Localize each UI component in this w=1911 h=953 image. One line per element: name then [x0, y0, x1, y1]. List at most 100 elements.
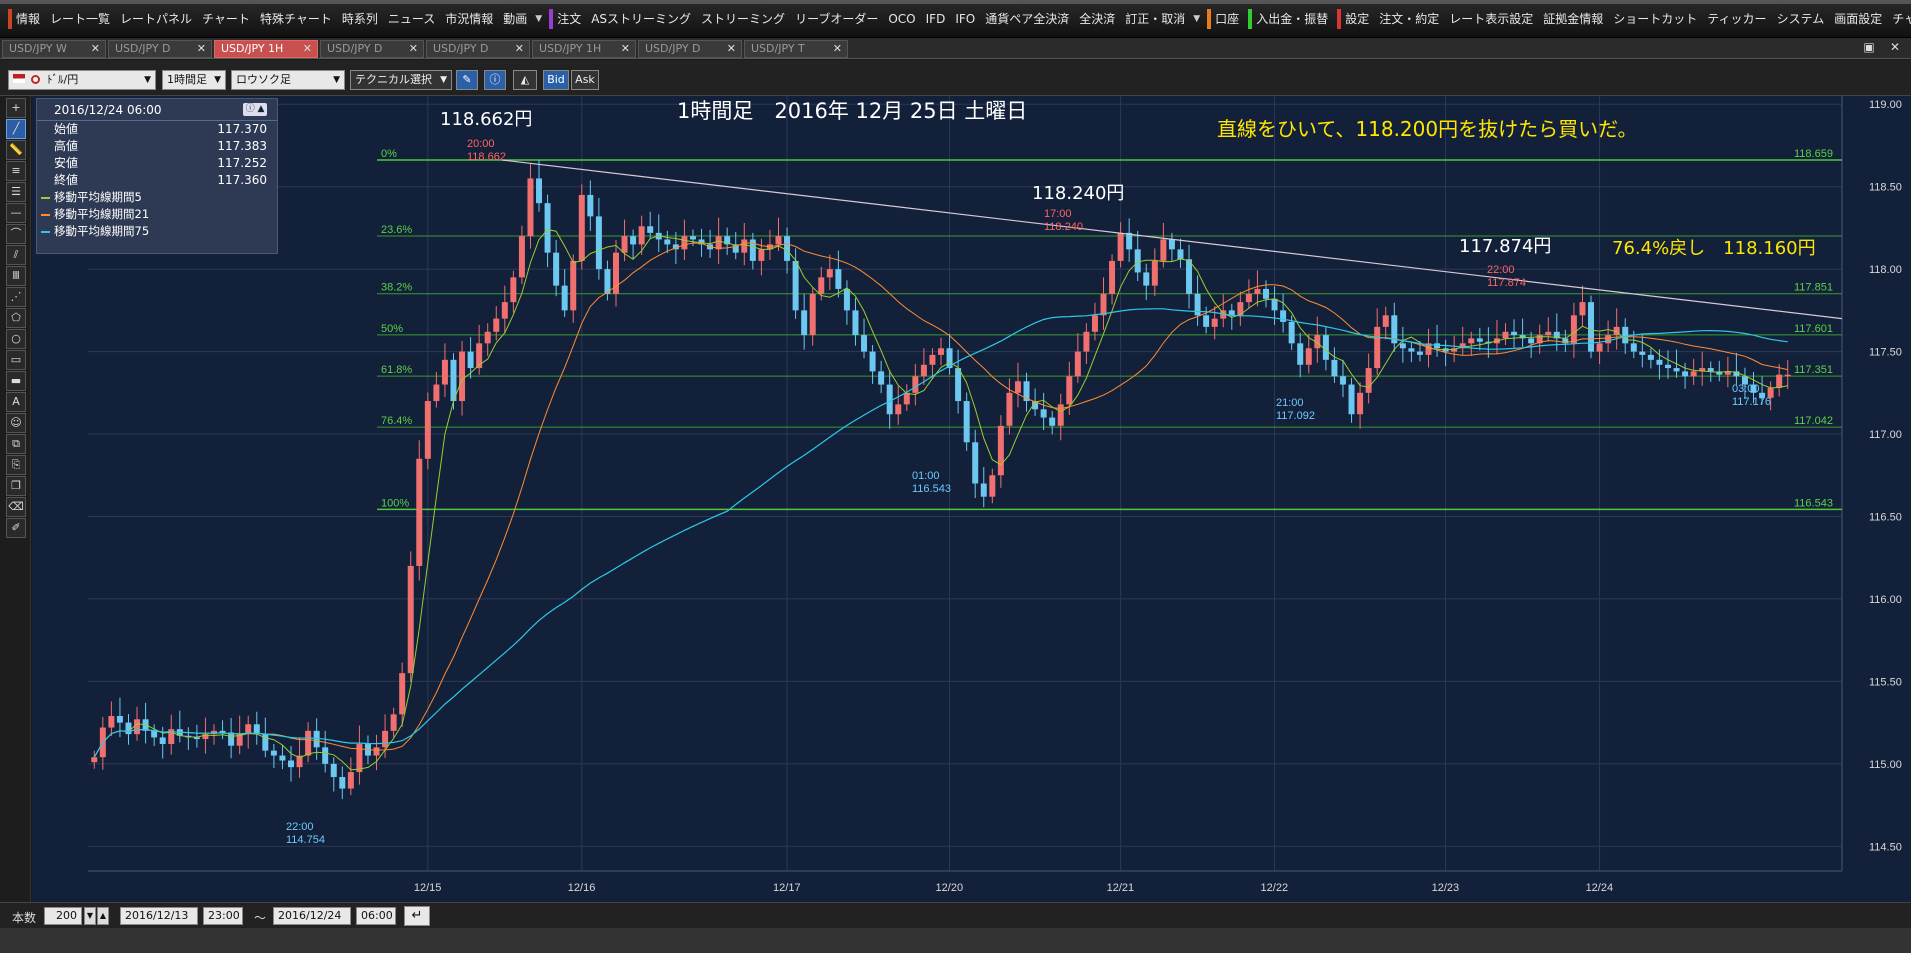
menu-item[interactable]: 全決済: [1074, 9, 1120, 29]
candle-body: [527, 178, 534, 237]
chart-tab[interactable]: USD/JPY 1H ✕: [214, 40, 318, 58]
horizontal-line-icon[interactable]: —: [6, 203, 26, 223]
chart-tab[interactable]: USD/JPY 1H ✕: [532, 40, 636, 58]
gann-icon[interactable]: Ⅲ: [6, 266, 26, 286]
menu-item[interactable]: 市況情報: [440, 9, 498, 29]
menu-item[interactable]: ティッカー: [1702, 9, 1771, 29]
menu-item[interactable]: レート一覧: [45, 9, 115, 29]
horizontal-lines-icon[interactable]: ☰: [6, 182, 26, 202]
tab-close-icon[interactable]: ✕: [727, 41, 736, 57]
pentagon-icon[interactable]: ⬠: [6, 308, 26, 328]
more-chevron-icon[interactable]: ▼: [532, 14, 545, 24]
menu-item[interactable]: チャート: [197, 9, 255, 29]
fan-icon[interactable]: ⌒: [6, 224, 26, 244]
menu-item[interactable]: ストリーミング: [696, 9, 790, 29]
to-date-input[interactable]: 2016/12/24: [273, 907, 351, 925]
menu-item[interactable]: 設定: [1337, 9, 1374, 29]
tab-close-icon[interactable]: ✕: [515, 41, 524, 57]
chart-tab[interactable]: USD/JPY W ✕: [2, 40, 106, 58]
candle-body: [1596, 343, 1603, 352]
menu-item[interactable]: 証拠金情報: [1538, 9, 1608, 29]
to-time-input[interactable]: 06:00: [356, 907, 396, 925]
reload-button[interactable]: ↵: [404, 906, 430, 926]
fib-value-label: 117.042: [1794, 415, 1833, 427]
menu-item[interactable]: ショートカット: [1608, 9, 1702, 29]
chart-type-select[interactable]: ロウソク足 ▼: [231, 70, 345, 90]
menu-item[interactable]: OCO: [883, 9, 920, 29]
circle-icon[interactable]: ○: [6, 329, 26, 349]
menu-item[interactable]: 情報: [8, 9, 45, 29]
menu-item[interactable]: IFD: [921, 9, 951, 29]
pitchfork-icon[interactable]: ⋰: [6, 287, 26, 307]
candle-body: [467, 351, 474, 369]
menu-item[interactable]: 時系列: [337, 9, 383, 29]
chart-tab[interactable]: USD/JPY D ✕: [638, 40, 742, 58]
chart-tab[interactable]: USD/JPY T ✕: [744, 40, 848, 58]
info-button[interactable]: ⓘ: [484, 70, 506, 90]
count-up-button[interactable]: ▲: [97, 907, 109, 925]
price-chart[interactable]: 119.00 118.50 118.00 117.50 117.00 116.50 116.…: [32, 96, 1911, 902]
technical-select[interactable]: テクニカル選択 ▼: [350, 70, 452, 90]
menu-item[interactable]: 入出金・振替: [1248, 9, 1333, 29]
tab-close-icon[interactable]: ✕: [409, 41, 418, 57]
currency-pair-select[interactable]: ﾄﾞﾙ/円 ▼: [8, 70, 156, 90]
candlestick-chart-svg[interactable]: 119.00 118.50 118.00 117.50 117.00 116.50 116.…: [32, 96, 1911, 902]
tab-close-icon[interactable]: ✕: [91, 41, 100, 57]
menu-item[interactable]: 通貨ペア全決済: [980, 9, 1074, 29]
from-date-input[interactable]: 2016/12/13: [120, 907, 198, 925]
draw-pen-button[interactable]: ✎: [456, 70, 478, 90]
emoji-icon[interactable]: ☺: [6, 413, 26, 433]
menu-item[interactable]: 口座: [1207, 9, 1244, 29]
menu-item[interactable]: ニュース: [383, 9, 440, 29]
menu-item[interactable]: 訂正・取消: [1120, 9, 1190, 29]
chart-tab[interactable]: USD/JPY D ✕: [108, 40, 212, 58]
menu-item[interactable]: 注文・約定: [1374, 9, 1444, 29]
chevron-down-icon: ▼: [333, 75, 340, 85]
menu-item[interactable]: レート表示設定: [1444, 9, 1538, 29]
menu-item[interactable]: 画面設定: [1829, 9, 1887, 29]
more-chevron-icon[interactable]: ▼: [1190, 14, 1203, 24]
menu-item[interactable]: 注文: [549, 9, 586, 29]
chart-tab[interactable]: USD/JPY D ✕: [426, 40, 530, 58]
ellipse-icon[interactable]: ▬: [6, 371, 26, 391]
y-tick-label: 118.00: [1869, 264, 1902, 276]
ruler-icon[interactable]: 📏: [6, 140, 26, 160]
candle-body: [305, 730, 312, 756]
menu-item[interactable]: 特殊チャート: [255, 9, 337, 29]
close-icon[interactable]: ✕: [1887, 40, 1903, 54]
chart-style-button[interactable]: ◭: [513, 70, 537, 90]
from-time-input[interactable]: 23:00: [203, 907, 243, 925]
paste-icon[interactable]: ⎘: [6, 455, 26, 475]
menu-item[interactable]: ASストリーミング: [586, 9, 696, 29]
maximize-icon[interactable]: ▣: [1861, 40, 1877, 54]
menu-item[interactable]: IFO: [950, 9, 980, 29]
trendline-icon[interactable]: ╱: [6, 119, 26, 139]
duplicate-icon[interactable]: ❐: [6, 476, 26, 496]
tab-close-icon[interactable]: ✕: [833, 41, 842, 57]
timeframe-select[interactable]: 1時間足 ▼: [162, 70, 226, 90]
menu-item[interactable]: リーブオーダー: [790, 9, 883, 29]
chart-tab[interactable]: USD/JPY D ✕: [320, 40, 424, 58]
tab-close-icon[interactable]: ✕: [197, 41, 206, 57]
tab-close-icon[interactable]: ✕: [303, 41, 312, 57]
tab-close-icon[interactable]: ✕: [621, 41, 630, 57]
channel-icon[interactable]: ⫽: [6, 245, 26, 265]
chart-tab-bar: USD/JPY W ✕ USD/JPY D ✕ USD/JPY 1H ✕ USD/JPY D…: [0, 38, 1911, 59]
text-icon[interactable]: A: [6, 392, 26, 412]
rectangle-icon[interactable]: ▭: [6, 350, 26, 370]
menu-item[interactable]: チャート: [1887, 9, 1911, 29]
crosshair-icon[interactable]: +: [6, 98, 26, 118]
bid-button[interactable]: Bid: [543, 70, 569, 90]
fib-retracement-icon[interactable]: ≡: [6, 161, 26, 181]
menu-item[interactable]: システム: [1772, 9, 1830, 29]
count-down-button[interactable]: ▼: [84, 907, 96, 925]
bar-count-input[interactable]: 200: [44, 907, 82, 925]
eraser-all-icon[interactable]: ✐: [6, 518, 26, 538]
menu-item[interactable]: 動画: [498, 9, 532, 29]
candle-body: [1203, 315, 1210, 327]
panel-collapse-button[interactable]: ⓘ ▲: [243, 103, 267, 116]
copy-icon[interactable]: ⧉: [6, 434, 26, 454]
ask-button[interactable]: Ask: [571, 70, 599, 90]
eraser-icon[interactable]: ⌫: [6, 497, 26, 517]
menu-item[interactable]: レートパネル: [115, 9, 197, 29]
